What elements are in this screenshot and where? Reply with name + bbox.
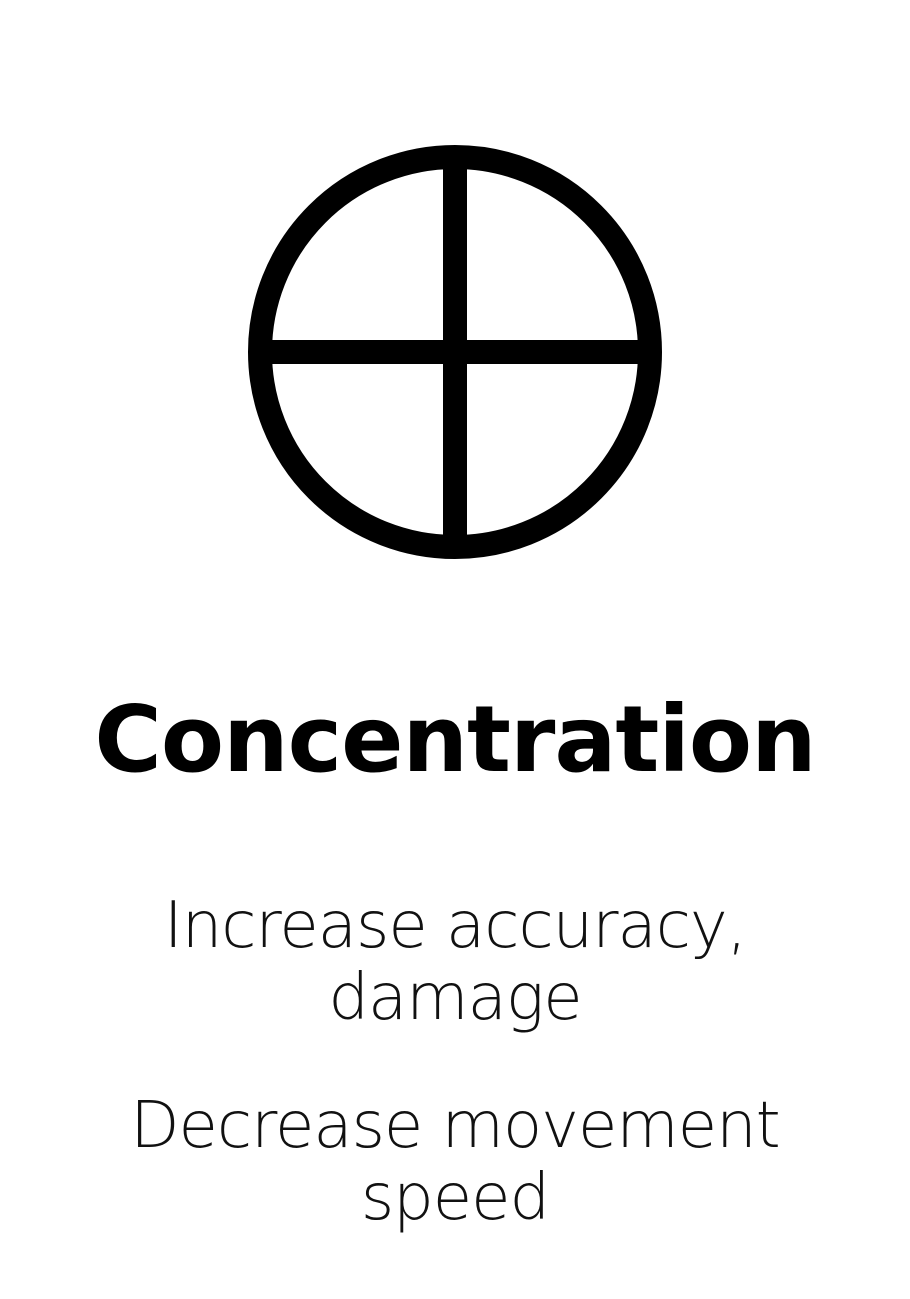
increase-effect-line-2: damage [328,961,582,1035]
decrease-effect-line-1: Decrease movement [130,1089,781,1163]
decrease-effect-line-2: speed [360,1161,550,1235]
concentration-card: Concentration Increase accuracy, damage … [0,0,910,1299]
decrease-effect: Decrease movement speed [95,1090,815,1234]
card-title: Concentration [94,686,816,793]
increase-effect: Increase accuracy, damage [95,890,815,1034]
circle-cross-icon [248,145,662,559]
increase-effect-line-1: Increase accuracy, [163,889,747,963]
